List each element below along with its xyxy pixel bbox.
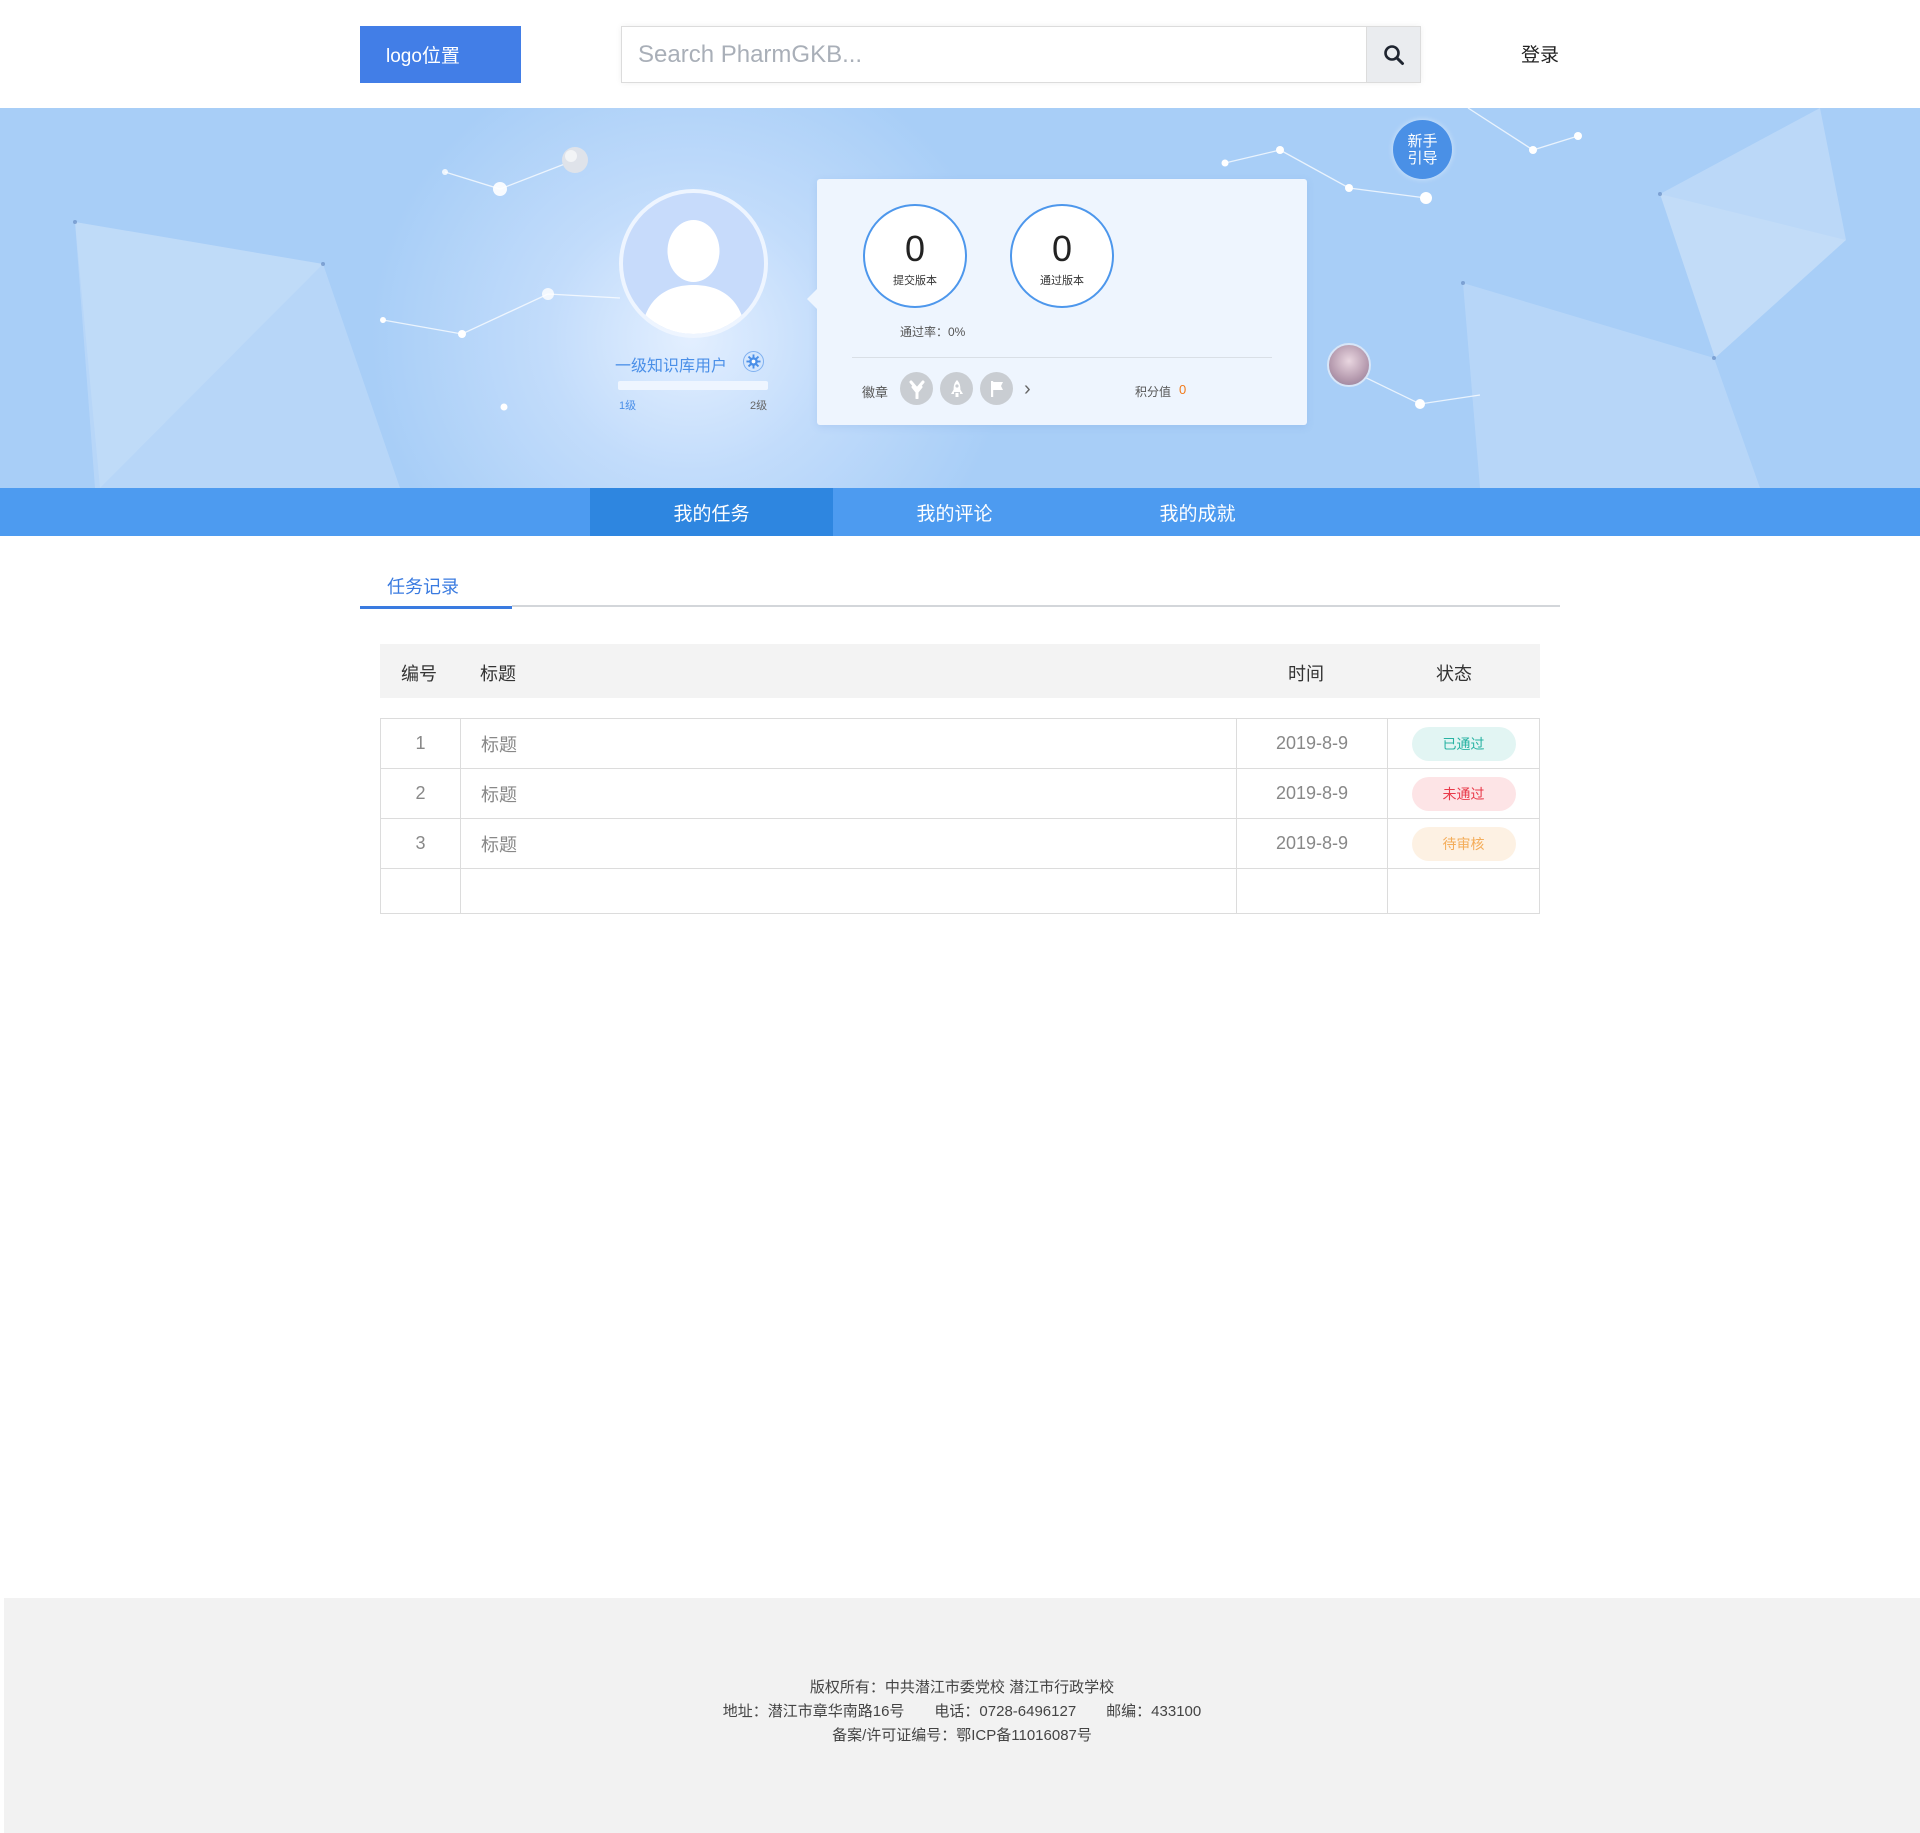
row-time: 2019-8-9 xyxy=(1237,719,1388,768)
card-divider xyxy=(852,357,1272,358)
logo[interactable]: logo位置 xyxy=(360,26,521,83)
row-status-cell xyxy=(1388,869,1539,913)
column-header-id: 编号 xyxy=(401,664,437,684)
user-silhouette-icon xyxy=(641,220,746,334)
login-link[interactable]: 登录 xyxy=(1521,40,1559,67)
beginner-guide-label: 新手引导 xyxy=(1407,132,1438,167)
table-header: 编号 标题 时间 状态 xyxy=(380,644,1540,698)
settings-button[interactable] xyxy=(743,351,764,372)
score-value: 0 xyxy=(1179,382,1187,397)
search-button[interactable] xyxy=(1366,27,1420,82)
profile-tabs: 我的任务 我的评论 我的成就 xyxy=(0,488,1920,536)
row-id: 3 xyxy=(381,819,461,868)
submitted-label: 提交版本 xyxy=(893,275,937,287)
level-from: 1级 xyxy=(619,400,637,412)
badge-flag[interactable] xyxy=(980,372,1013,405)
user-level-name: 一级知识库用户 xyxy=(615,358,728,375)
row-title[interactable]: 标题 xyxy=(461,719,1237,768)
table-row[interactable]: 2 标题 2019-8-9 未通过 xyxy=(381,769,1539,819)
chevron-right-icon[interactable]: › xyxy=(1024,378,1031,401)
footer-icp[interactable]: 备案/许可证编号：鄂ICP备11016087号 xyxy=(4,1724,1920,1745)
row-time: 2019-8-9 xyxy=(1237,819,1388,868)
row-title xyxy=(461,869,1237,913)
tab-my-tasks[interactable]: 我的任务 xyxy=(590,488,833,536)
row-status-cell: 已通过 xyxy=(1388,719,1539,768)
approved-label: 通过版本 xyxy=(1040,275,1084,287)
status-badge: 未通过 xyxy=(1411,776,1516,811)
score-label: 积分值 xyxy=(1135,385,1172,399)
status-badge: 待审核 xyxy=(1411,826,1516,861)
row-time: 2019-8-9 xyxy=(1237,769,1388,818)
badges-label: 徽章 xyxy=(862,385,889,400)
top-header: logo位置 登录 xyxy=(0,0,1920,108)
approved-stat: 0 通过版本 xyxy=(1010,204,1114,308)
beginner-guide-button[interactable]: 新手引导 xyxy=(1393,120,1452,179)
approved-count: 0 xyxy=(1051,228,1073,269)
column-header-time: 时间 xyxy=(1288,664,1324,684)
row-title[interactable]: 标题 xyxy=(461,819,1237,868)
search-icon xyxy=(1383,44,1404,65)
tree-icon xyxy=(909,380,924,399)
row-id: 1 xyxy=(381,719,461,768)
rocket-icon xyxy=(950,379,963,397)
footer: 版权所有：中共潜江市委党校 潜江市行政学校 地址：潜江市章华南路16号 电话：0… xyxy=(4,1598,1920,1833)
search-input[interactable] xyxy=(622,27,1366,82)
footer-copyright: 版权所有：中共潜江市委党校 潜江市行政学校 xyxy=(809,1679,1115,1696)
task-table: 1 标题 2019-8-9 已通过 2 标题 2019-8-9 未通过 3 标题… xyxy=(380,718,1540,914)
side-avatar[interactable] xyxy=(1327,343,1371,387)
flag-icon xyxy=(990,380,1003,397)
submitted-count: 0 xyxy=(904,228,926,269)
table-row[interactable]: 1 标题 2019-8-9 已通过 xyxy=(381,719,1539,769)
badge-tree[interactable] xyxy=(900,372,933,405)
row-id: 2 xyxy=(381,769,461,818)
search-box xyxy=(621,26,1421,83)
tab-my-comments[interactable]: 我的评论 xyxy=(833,488,1076,536)
profile-banner: 一级知识库用户 1级 2级 0 提交版本 0 通过版本 通过率：0% 徽章 › … xyxy=(0,108,1920,488)
footer-address: 地址：潜江市章华南路16号 电话：0728-6496127 邮编：433100 xyxy=(722,1703,1202,1720)
table-row[interactable]: 3 标题 2019-8-9 待审核 xyxy=(381,819,1539,869)
stats-card: 0 提交版本 0 通过版本 通过率：0% 徽章 › 积分值 0 xyxy=(807,179,1307,425)
row-status-cell: 待审核 xyxy=(1388,819,1539,868)
tab-task-records[interactable]: 任务记录 xyxy=(360,573,512,609)
tab-my-achievements[interactable]: 我的成就 xyxy=(1076,488,1319,536)
row-id xyxy=(381,869,461,913)
status-badge: 已通过 xyxy=(1411,726,1516,761)
badge-rocket[interactable] xyxy=(940,372,973,405)
pass-rate: 通过率：0% xyxy=(900,325,966,339)
avatar[interactable] xyxy=(619,189,768,338)
row-title[interactable]: 标题 xyxy=(461,769,1237,818)
submitted-stat: 0 提交版本 xyxy=(863,204,967,308)
row-time xyxy=(1237,869,1388,913)
column-header-title: 标题 xyxy=(480,664,516,684)
subtab-divider xyxy=(512,605,1560,607)
level-to: 2级 xyxy=(750,400,768,412)
column-header-status: 状态 xyxy=(1436,664,1472,684)
gear-icon xyxy=(746,354,761,369)
level-progress-bar xyxy=(618,381,768,390)
row-status-cell: 未通过 xyxy=(1388,769,1539,818)
table-row-empty xyxy=(381,869,1539,913)
